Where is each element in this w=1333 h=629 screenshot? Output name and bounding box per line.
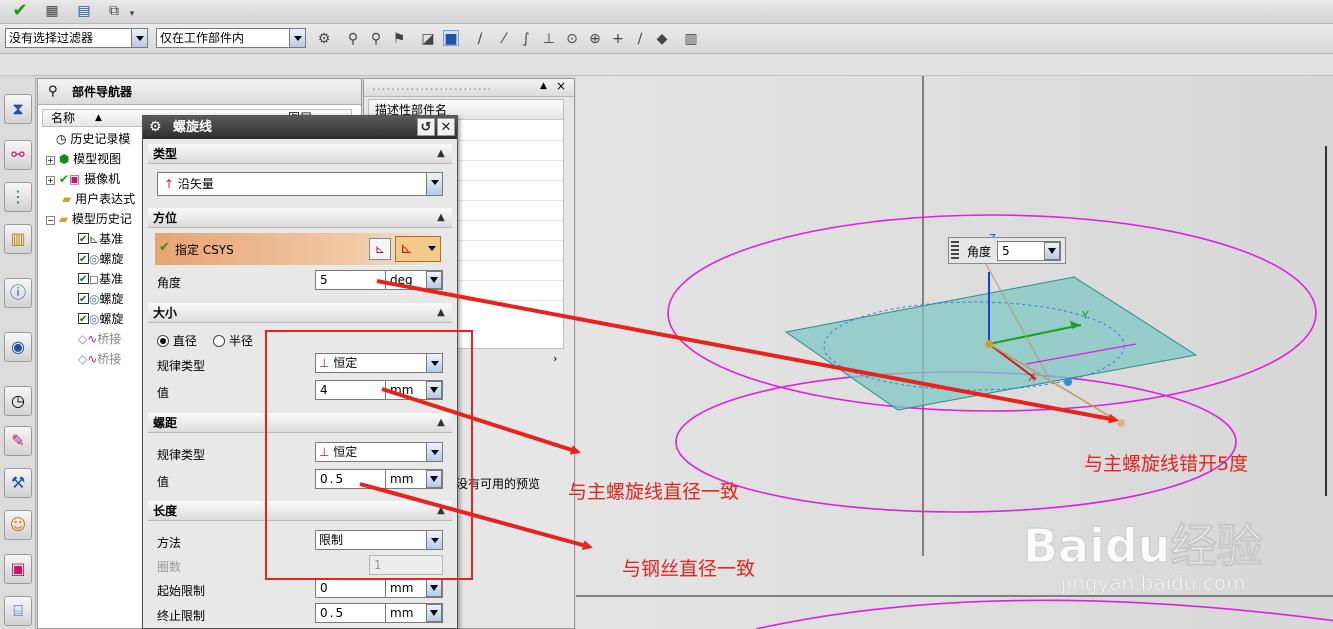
highlight-box — [265, 330, 473, 580]
annotation-wire: 与钢丝直径一致 — [622, 558, 756, 580]
annotation-overlay — [265, 279, 1119, 580]
annotation-diameter: 与主螺旋线直径一致 — [568, 481, 740, 503]
arrow-angle — [376, 279, 1119, 424]
arrow-wire — [359, 482, 593, 550]
arrow-diameter — [381, 387, 581, 455]
